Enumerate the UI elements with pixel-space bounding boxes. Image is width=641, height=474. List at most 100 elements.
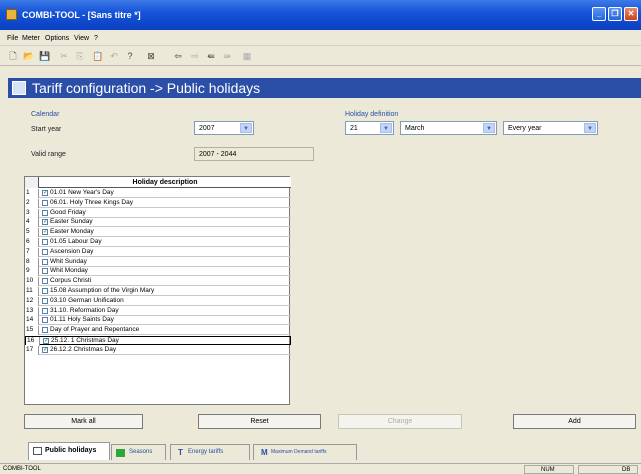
chevron-down-icon[interactable]: ▼ xyxy=(240,123,252,133)
holiday-checkbox[interactable] xyxy=(42,327,48,334)
reset-button[interactable]: Reset xyxy=(198,414,321,429)
chevron-down-icon[interactable]: ▼ xyxy=(483,123,495,133)
menu-file[interactable]: File xyxy=(7,35,18,42)
holiday-checkbox[interactable] xyxy=(42,317,48,324)
table-row[interactable]: 4 ✓ Easter Sunday xyxy=(25,218,291,228)
table-row[interactable]: 5 ✓ Easter Monday xyxy=(25,228,291,238)
minimize-button[interactable]: _ xyxy=(592,7,606,21)
row-number: 12 xyxy=(25,296,39,306)
table-row[interactable]: 6 01.05 Labour Day xyxy=(25,238,291,247)
table-row[interactable]: 13 31.10. Reformation Day xyxy=(25,306,291,316)
table-row[interactable]: 10 Corpus Christi xyxy=(25,277,291,287)
holiday-checkbox[interactable] xyxy=(42,297,48,304)
holiday-checkbox[interactable] xyxy=(42,258,48,265)
table-row[interactable]: 16 ✓ 25.12. 1 Christmas Day xyxy=(25,336,291,346)
holiday-checkbox[interactable] xyxy=(42,248,48,255)
row-number: 14 xyxy=(25,316,39,326)
table-row[interactable]: 7 Ascension Day xyxy=(25,247,291,257)
table-row[interactable]: 2 06.01. Holy Three Kings Day xyxy=(25,198,291,208)
open-folder-icon[interactable]: 📂 xyxy=(23,50,35,62)
add-button[interactable]: Add xyxy=(513,414,636,429)
recurrence-select[interactable]: Every year ▼ xyxy=(503,121,598,135)
table-row[interactable]: 15 Day of Prayer and Repentance xyxy=(25,326,291,336)
holiday-description: 03.10 German Unification xyxy=(50,296,124,304)
restore-button[interactable]: ❐ xyxy=(608,7,622,21)
tab-seasons[interactable]: Seasons xyxy=(111,444,166,460)
tab-maximum-demand-tariffs[interactable]: M Maximum Demand tariffs xyxy=(253,444,357,460)
energy-tariff-icon: T xyxy=(178,448,183,457)
paste-icon[interactable]: 📋 xyxy=(92,50,104,62)
holiday-checkbox[interactable]: ✓ xyxy=(42,229,48,236)
new-file-icon[interactable]: 🗋 xyxy=(7,50,19,62)
holiday-checkbox[interactable] xyxy=(42,239,48,245)
table-row[interactable]: 8 Whit Sunday xyxy=(25,257,291,267)
holiday-description: Good Friday xyxy=(50,208,86,216)
holiday-checkbox[interactable]: ✓ xyxy=(43,338,49,344)
valid-range-field: 2007 - 2044 xyxy=(194,147,314,161)
day-select[interactable]: 21 ▼ xyxy=(345,121,394,135)
table-row[interactable]: 3 Good Friday xyxy=(25,208,291,218)
status-bar: COMBI-TOOL NUM DB xyxy=(0,463,641,474)
meter-icon[interactable]: ▦ xyxy=(241,50,253,62)
close-button[interactable]: ✕ xyxy=(624,7,638,21)
save-icon[interactable]: 💾 xyxy=(39,50,51,62)
chevron-down-icon[interactable]: ▼ xyxy=(584,123,596,133)
holiday-description: Whit Monday xyxy=(50,267,88,275)
calendar-icon xyxy=(33,447,42,455)
title-bar: COMBI-TOOL - [Sans titre *] _ ❐ ✕ xyxy=(0,0,641,30)
tab-energy-tariffs[interactable]: T Energy tariffs xyxy=(170,444,250,460)
start-year-label: Start year xyxy=(31,126,62,133)
row-number: 6 xyxy=(25,238,39,247)
help-icon[interactable]: ? xyxy=(124,50,136,62)
row-number: 15 xyxy=(25,326,39,336)
holiday-checkbox[interactable]: ✓ xyxy=(42,219,48,226)
connect-icon[interactable]: ⊠ xyxy=(145,50,157,62)
change-button[interactable]: Change xyxy=(338,414,462,429)
start-year-select[interactable]: 2007 ▼ xyxy=(194,121,254,135)
table-row[interactable]: 9 Whit Monday xyxy=(25,267,291,277)
grid-corner xyxy=(25,177,39,188)
menu-meter[interactable]: Meter xyxy=(22,35,40,42)
read-icon[interactable]: ⇦ xyxy=(172,50,184,62)
month-select[interactable]: March ▼ xyxy=(400,121,497,135)
undo-icon[interactable]: ↶ xyxy=(108,50,120,62)
transfer-icon[interactable]: ⇚ xyxy=(205,50,217,62)
tab-maximum-demand-label: Maximum Demand tariffs xyxy=(271,449,327,455)
holiday-definition-group-label: Holiday definition xyxy=(345,111,399,118)
holiday-checkbox[interactable] xyxy=(42,307,48,314)
copy-icon[interactable]: ⎘ xyxy=(74,50,86,62)
table-row[interactable]: 1 ✓ 01.01 New Year's Day xyxy=(25,189,291,198)
seasons-icon xyxy=(116,449,125,457)
menu-options[interactable]: Options xyxy=(45,35,69,42)
holiday-description: Easter Monday xyxy=(50,228,94,236)
page-banner: Tariff configuration -> Public holidays xyxy=(8,78,641,98)
start-year-value: 2007 xyxy=(199,125,215,132)
valid-range-label: Valid range xyxy=(31,151,66,158)
holiday-checkbox[interactable] xyxy=(42,199,48,206)
row-number: 13 xyxy=(25,306,39,316)
holiday-checkbox[interactable] xyxy=(42,268,48,275)
row-number: 3 xyxy=(25,208,39,218)
mark-all-button[interactable]: Mark all xyxy=(24,414,143,429)
table-row[interactable]: 11 15.08 Assumption of the Virgin Mary xyxy=(25,287,291,296)
row-number: 9 xyxy=(25,267,39,277)
table-row[interactable]: 14 01.11 Holy Saints Day xyxy=(25,316,291,326)
table-row[interactable]: 17 ✓ 26.12.2 Christmas Day xyxy=(25,345,291,355)
tab-public-holidays[interactable]: Public holidays xyxy=(28,442,110,460)
holiday-checkbox[interactable] xyxy=(42,288,48,294)
chevron-down-icon[interactable]: ▼ xyxy=(380,123,392,133)
holiday-checkbox[interactable]: ✓ xyxy=(42,190,48,196)
menu-view[interactable]: View xyxy=(74,35,89,42)
write-icon[interactable]: ⇨ xyxy=(189,50,201,62)
menu-help[interactable]: ? xyxy=(94,35,98,42)
holiday-checkbox[interactable]: ✓ xyxy=(42,346,48,353)
holiday-checkbox[interactable] xyxy=(42,209,48,216)
cut-icon[interactable]: ✂ xyxy=(58,50,70,62)
table-row[interactable]: 12 03.10 German Unification xyxy=(25,296,291,306)
holiday-checkbox[interactable] xyxy=(42,278,48,285)
transfer-out-icon[interactable]: ⇛ xyxy=(221,50,233,62)
holiday-description: 26.12.2 Christmas Day xyxy=(50,345,117,353)
tariff-icon xyxy=(12,81,26,95)
holiday-description: 01.05 Labour Day xyxy=(50,238,102,245)
app-icon xyxy=(6,9,17,20)
